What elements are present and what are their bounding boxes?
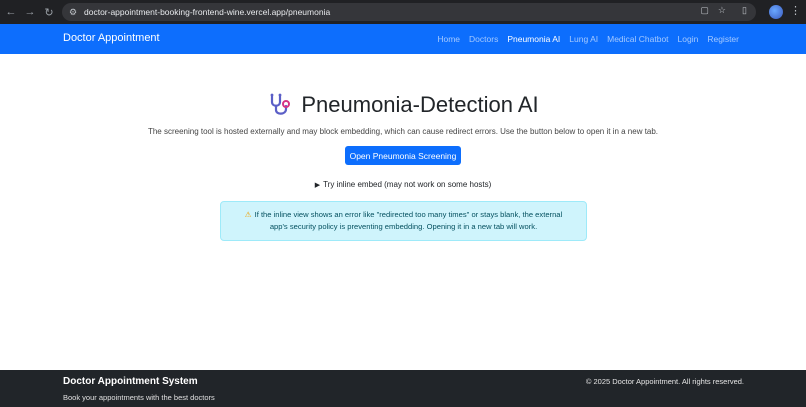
nav-links: Home Doctors Pneumonia AI Lung AI Medica… <box>437 34 739 44</box>
nav-link-pneumonia-ai[interactable]: Pneumonia AI <box>507 34 560 44</box>
disclosure-triangle-icon: ▶ <box>314 182 321 189</box>
nav-link-lung-ai[interactable]: Lung AI <box>569 34 598 44</box>
footer-title: Doctor Appointment System <box>63 376 198 387</box>
site-footer: Doctor Appointment System Book your appo… <box>0 370 806 407</box>
address-bar[interactable]: ⚙ doctor-appointment-booking-frontend-wi… <box>62 3 756 21</box>
menu-icon[interactable]: ⋮ <box>790 4 801 17</box>
app-navbar: Doctor Appointment Home Doctors Pneumoni… <box>0 24 806 54</box>
alert-line-2: app's security policy is preventing embe… <box>269 222 538 231</box>
nav-link-medical-chatbot[interactable]: Medical Chatbot <box>607 34 668 44</box>
warning-icon: ⚠ <box>244 210 252 219</box>
nav-link-doctors[interactable]: Doctors <box>469 34 498 44</box>
inline-embed-summary: Try inline embed (may not work on some h… <box>323 180 492 189</box>
extensions-icon[interactable]: ▯ <box>742 5 747 16</box>
browser-toolbar: ← → ↻ ⚙ doctor-appointment-booking-front… <box>0 0 806 24</box>
stethoscope-icon <box>270 93 291 115</box>
main-content: Pneumonia-Detection AI The screening too… <box>0 54 806 370</box>
bookmark-star-icon[interactable]: ☆ <box>718 5 726 16</box>
site-info-icon[interactable]: ⚙ <box>67 6 79 18</box>
nav-link-register[interactable]: Register <box>707 34 739 44</box>
profile-avatar[interactable] <box>769 5 783 19</box>
page-subtitle: The screening tool is hosted externally … <box>147 127 659 136</box>
cast-icon[interactable]: ▢ <box>700 5 709 16</box>
navbar-brand[interactable]: Doctor Appointment <box>63 32 160 44</box>
nav-link-login[interactable]: Login <box>678 34 699 44</box>
alert-text-1: If the inline view shows an error like "… <box>254 210 563 219</box>
nav-link-home[interactable]: Home <box>437 34 460 44</box>
alert-line-1: ⚠ If the inline view shows an error like … <box>221 209 586 221</box>
page-header: Pneumonia-Detection AI <box>0 92 806 118</box>
reload-icon[interactable]: ↻ <box>42 5 56 19</box>
open-screening-button[interactable]: Open Pneumonia Screening <box>345 146 461 165</box>
forward-icon[interactable]: → <box>23 5 37 19</box>
footer-copyright: © 2025 Doctor Appointment. All rights re… <box>585 377 744 386</box>
page-title: Pneumonia-Detection AI <box>301 92 539 117</box>
info-alert: ⚠ If the inline view shows an error like … <box>220 201 587 241</box>
footer-subtitle: Book your appointments with the best doc… <box>63 393 215 402</box>
url-text[interactable]: doctor-appointment-booking-frontend-wine… <box>84 7 330 17</box>
inline-embed-toggle[interactable]: ▶ Try inline embed (may not work on some … <box>0 180 806 189</box>
back-icon[interactable]: ← <box>4 5 18 19</box>
